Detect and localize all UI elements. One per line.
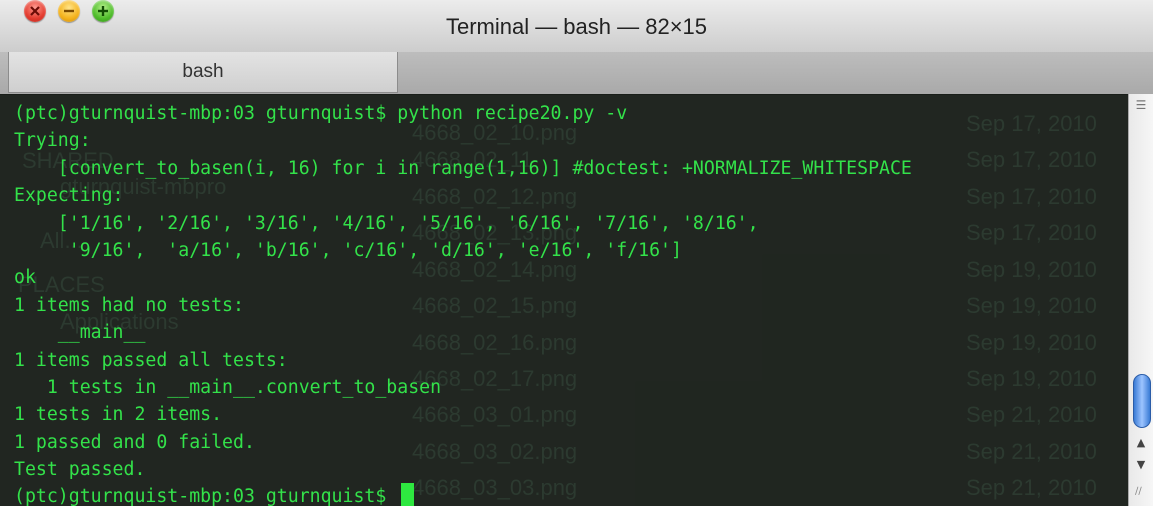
terminal-line: __main__ <box>14 322 146 344</box>
terminal-line: 1 passed and 0 failed. <box>14 431 255 453</box>
ghost-file-date: Sep 17, 2010 <box>966 111 1097 136</box>
vertical-scrollbar[interactable]: ☰ ▲ ▼ ∕∕ <box>1128 94 1153 506</box>
ghost-file-date: Sep 21, 2010 <box>966 402 1097 427</box>
terminal-window: Terminal — bash — 82×15 bash SHARED gtur… <box>0 0 1153 506</box>
scrollbar-thumb[interactable] <box>1133 374 1151 428</box>
terminal-line: 1 items had no tests: <box>14 294 244 316</box>
ghost-file-date: Sep 17, 2010 <box>966 147 1097 172</box>
resize-grip-icon[interactable]: ∕∕ <box>1135 486 1149 500</box>
terminal-line: 1 items passed all tests: <box>14 349 288 371</box>
ghost-file-date: Sep 21, 2010 <box>966 475 1097 500</box>
terminal-line: (ptc)gturnquist-mbp:03 gturnquist$ pytho… <box>14 103 628 124</box>
terminal-line: 1 tests in 2 items. <box>14 404 223 426</box>
terminal-line: ok <box>14 267 36 289</box>
terminal-line: Test passed. <box>14 459 146 481</box>
ghost-file-date: Sep 19, 2010 <box>966 330 1097 355</box>
tab-bar: bash <box>0 52 1153 95</box>
tab-bash[interactable]: bash <box>8 52 398 93</box>
prompt-text: (ptc)gturnquist-mbp:03 gturnquist$ <box>14 486 398 506</box>
terminal-line: [convert_to_basen(i, 16) for i in range(… <box>14 157 912 179</box>
window-title: Terminal — bash — 82×15 <box>445 14 708 39</box>
terminal-prompt-line[interactable]: (ptc)gturnquist-mbp:03 gturnquist$ <box>14 483 912 506</box>
terminal-output: (ptc)gturnquist-mbp:03 gturnquist$ pytho… <box>14 100 912 506</box>
text-cursor <box>401 483 415 506</box>
ghost-file-date: Sep 19, 2010 <box>966 366 1097 391</box>
ghost-file-date: Sep 17, 2010 <box>966 220 1097 245</box>
title-bar[interactable]: Terminal — bash — 82×15 <box>0 0 1153 59</box>
ghost-file-date: Sep 19, 2010 <box>966 293 1097 318</box>
terminal-line: ['1/16', '2/16', '3/16', '4/16', '5/16',… <box>14 212 759 234</box>
ghost-file-date: Sep 21, 2010 <box>966 439 1097 464</box>
terminal-line: Expecting: <box>14 185 124 207</box>
ghost-file-date: Sep 17, 2010 <box>966 184 1097 209</box>
ghost-file-date: Sep 19, 2010 <box>966 257 1097 282</box>
scroll-up-arrow-icon[interactable]: ▲ <box>1134 436 1148 450</box>
terminal-line: '9/16', 'a/16', 'b/16', 'c/16', 'd/16', … <box>14 239 682 261</box>
terminal-line: 1 tests in __main__.convert_to_basen <box>14 376 442 398</box>
split-pane-icon[interactable]: ☰ <box>1133 98 1149 112</box>
terminal-line: Trying: <box>14 130 91 152</box>
terminal-content[interactable]: SHARED gturnquist-mbpro All... PLACES Ap… <box>0 94 1128 506</box>
scroll-down-arrow-icon[interactable]: ▼ <box>1134 458 1148 472</box>
